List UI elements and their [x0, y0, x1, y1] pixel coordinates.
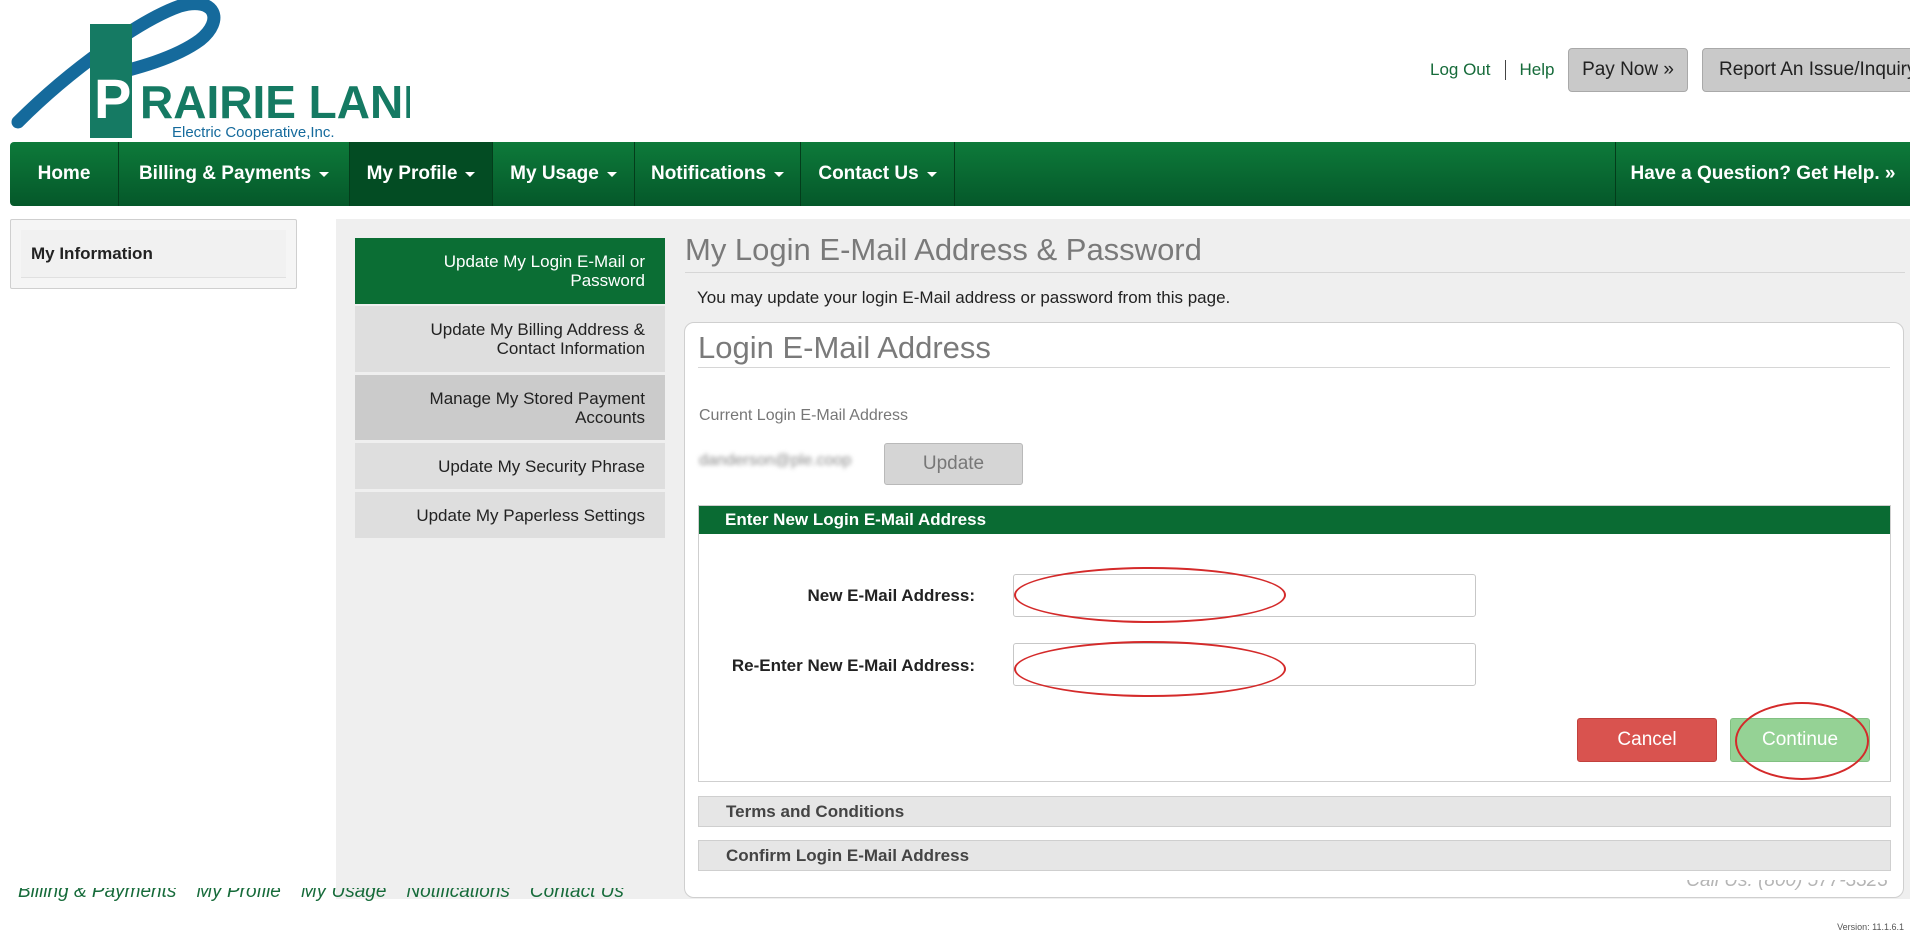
nav-contact-label: Contact Us — [818, 163, 919, 184]
nav-billing-payments[interactable]: Billing & Payments — [119, 142, 350, 206]
panel-divider — [698, 367, 1890, 368]
current-email-label: Current Login E-Mail Address — [699, 407, 908, 424]
logo-initial: P — [94, 67, 131, 130]
subnav-stored-payment[interactable]: Manage My Stored Payment Accounts — [355, 375, 665, 440]
current-email-value: danderson@ple.coop — [699, 452, 852, 469]
footer-link-contact[interactable]: Contact Us — [530, 888, 624, 912]
chevron-down-icon — [606, 171, 617, 177]
nav-billing-label: Billing & Payments — [138, 163, 312, 184]
new-email-label: New E-Mail Address: — [807, 586, 975, 605]
nav-profile-label: My Profile — [366, 163, 458, 184]
nav-home[interactable]: Home — [10, 142, 119, 206]
sidebar-item-my-information[interactable]: My Information — [21, 230, 286, 278]
report-issue-button[interactable]: Report An Issue/Inquiry — [1702, 48, 1910, 92]
subnav-label: Manage My Stored Payment Accounts — [429, 388, 645, 427]
subnav-paperless[interactable]: Update My Paperless Settings — [355, 492, 665, 538]
new-email-input[interactable] — [1013, 574, 1476, 617]
subnav-label: Update My Billing Address & Contact Info… — [430, 320, 646, 358]
footer-phone: Call Us: (800) 577-3323 — [1686, 880, 1888, 908]
title-divider — [685, 272, 1905, 273]
continue-button[interactable]: Continue — [1730, 718, 1870, 762]
update-email-button[interactable]: Update — [884, 443, 1023, 485]
subnav-update-billing-address[interactable]: Update My Billing Address & Contact Info… — [355, 306, 665, 372]
logo-wordmark: RAIRIE LAND — [140, 76, 410, 128]
subnav-security-phrase[interactable]: Update My Security Phrase — [355, 443, 665, 489]
chevron-down-icon — [465, 171, 476, 177]
top-links: Log Out Help — [1430, 48, 1554, 92]
main-nav: Home Billing & Payments My Profile My Us… — [10, 142, 1910, 206]
subnav-label: Update My Security Phrase — [438, 456, 645, 476]
subnav-update-login[interactable]: Update My Login E-Mail or Password — [355, 238, 665, 304]
sidebar-my-information: My Information — [10, 219, 297, 289]
panel-title: Login E-Mail Address — [698, 330, 991, 365]
chevron-down-icon — [319, 171, 330, 177]
logo-subtext: Electric Cooperative,Inc. — [172, 124, 335, 141]
new-email-section-header[interactable]: Enter New Login E-Mail Address — [699, 506, 1890, 534]
page-description: You may update your login E-Mail address… — [697, 288, 1231, 307]
reenter-email-label: Re-Enter New E-Mail Address: — [731, 656, 975, 675]
nav-my-profile[interactable]: My Profile — [350, 142, 493, 206]
nav-notifications[interactable]: Notifications — [635, 142, 801, 206]
version-label: Version: 11.1.6.1 — [1837, 922, 1904, 932]
subnav-label: Update My Paperless Settings — [416, 505, 645, 525]
footer-links: Billing & Payments My Profile My Usage N… — [18, 888, 644, 912]
nav-notifications-label: Notifications — [650, 163, 767, 184]
confirm-accordion[interactable]: Confirm Login E-Mail Address — [698, 840, 1891, 871]
logo[interactable]: P RAIRIE LAND Electric Cooperative,Inc. — [10, 0, 410, 142]
pay-now-button[interactable]: Pay Now » — [1568, 48, 1688, 92]
nav-home-label: Home — [37, 163, 91, 184]
chevron-down-icon — [774, 171, 785, 177]
reenter-email-input[interactable] — [1013, 643, 1476, 686]
help-link[interactable]: Help — [1520, 60, 1555, 80]
nav-contact-us[interactable]: Contact Us — [801, 142, 955, 206]
nav-usage-label: My Usage — [510, 163, 599, 184]
footer-link-notifications[interactable]: Notifications — [406, 888, 510, 912]
footer-phone-text: Call Us: (800) 577-3323 — [1686, 880, 1888, 891]
footer-link-billing[interactable]: Billing & Payments — [18, 888, 176, 912]
logout-link[interactable]: Log Out — [1430, 60, 1491, 80]
page-title: My Login E-Mail Address & Password — [685, 232, 1202, 267]
top-links-divider — [1504, 60, 1506, 80]
subnav-label: Update My Login E-Mail or Password — [443, 252, 645, 290]
chevron-down-icon — [926, 171, 937, 177]
nav-get-help[interactable]: Have a Question? Get Help. » — [1615, 142, 1910, 206]
footer-link-profile[interactable]: My Profile — [196, 888, 280, 912]
footer-link-usage[interactable]: My Usage — [301, 888, 387, 912]
cancel-button[interactable]: Cancel — [1577, 718, 1717, 762]
terms-accordion[interactable]: Terms and Conditions — [698, 796, 1891, 827]
nav-my-usage[interactable]: My Usage — [493, 142, 635, 206]
